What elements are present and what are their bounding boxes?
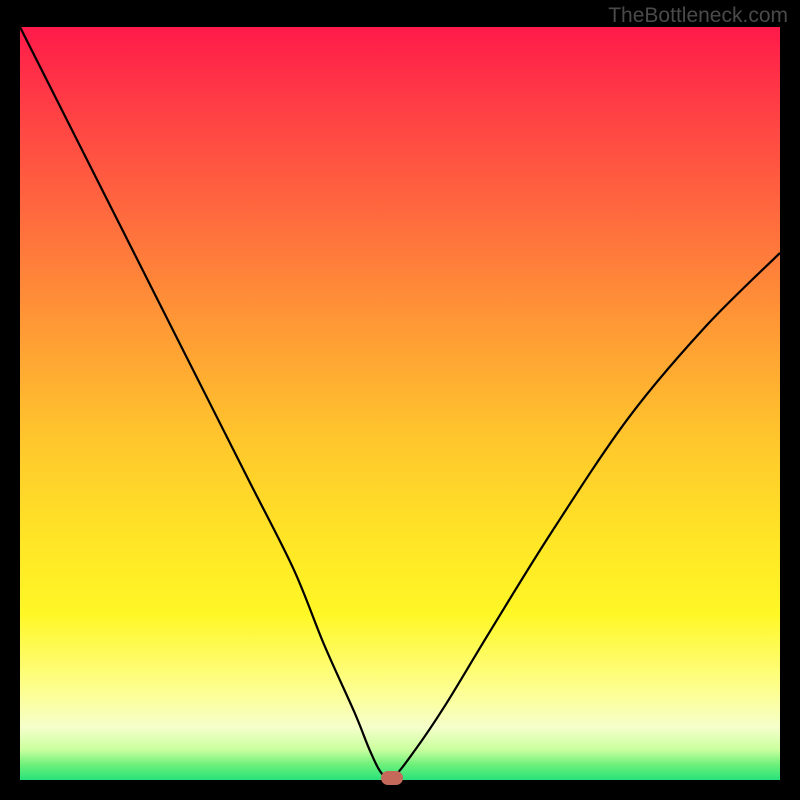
watermark-label: TheBottleneck.com	[608, 4, 788, 28]
bottleneck-curve	[20, 27, 780, 780]
chart-container: TheBottleneck.com	[0, 0, 800, 800]
optimal-point-marker	[381, 771, 403, 785]
plot-area	[20, 27, 780, 780]
